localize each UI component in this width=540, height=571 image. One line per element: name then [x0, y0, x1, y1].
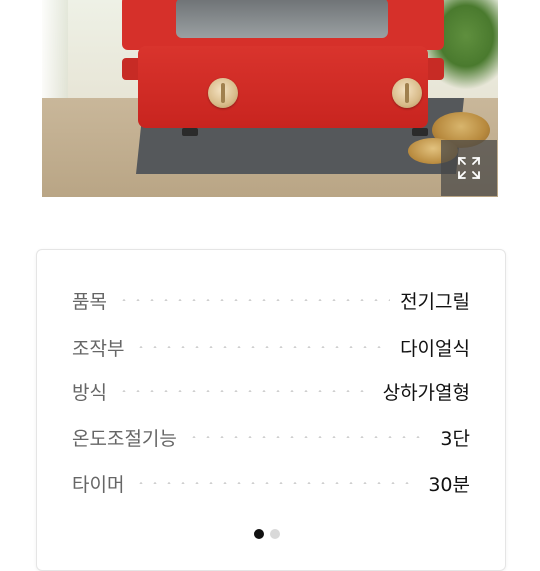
dial-knob — [208, 78, 238, 108]
grill-foot — [182, 128, 198, 136]
dotted-leader — [116, 390, 373, 392]
dotted-leader — [134, 482, 419, 484]
dial-knob — [392, 78, 422, 108]
spec-label: 타이머 — [72, 473, 125, 496]
grill-body — [138, 46, 428, 128]
pager-dot-2[interactable] — [270, 529, 280, 539]
expand-image-button[interactable] — [441, 140, 497, 196]
spec-value: 30분 — [428, 473, 470, 496]
spec-label: 조작부 — [72, 337, 125, 360]
grill-window — [176, 0, 388, 38]
dotted-leader — [186, 436, 431, 438]
spec-row-timer: 타이머 30분 — [72, 468, 470, 498]
spec-row-method: 방식 상하가열형 — [72, 376, 470, 406]
spec-label: 온도조절기능 — [72, 427, 177, 450]
electric-grill-product — [122, 0, 444, 136]
pager-dot-1[interactable] — [254, 529, 264, 539]
spec-row-item: 품목 전기그릴 — [72, 285, 470, 315]
carousel-pager — [254, 529, 280, 539]
spec-value: 상하가열형 — [382, 381, 470, 404]
spec-label: 방식 — [72, 381, 107, 404]
spec-value: 전기그릴 — [400, 290, 470, 313]
spec-value: 3단 — [440, 427, 470, 450]
dotted-leader — [116, 299, 391, 301]
spec-value: 다이얼식 — [400, 337, 470, 360]
spec-row-temperature: 온도조절기능 3단 — [72, 422, 470, 452]
expand-icon — [458, 157, 480, 179]
grill-foot — [412, 128, 428, 136]
product-image[interactable] — [42, 0, 498, 197]
dotted-leader — [134, 346, 391, 348]
spec-card: 품목 전기그릴 조작부 다이얼식 방식 상하가열형 온도조절기능 3단 타이머 … — [36, 249, 506, 571]
spec-row-control: 조작부 다이얼식 — [72, 332, 470, 362]
spec-label: 품목 — [72, 290, 107, 313]
